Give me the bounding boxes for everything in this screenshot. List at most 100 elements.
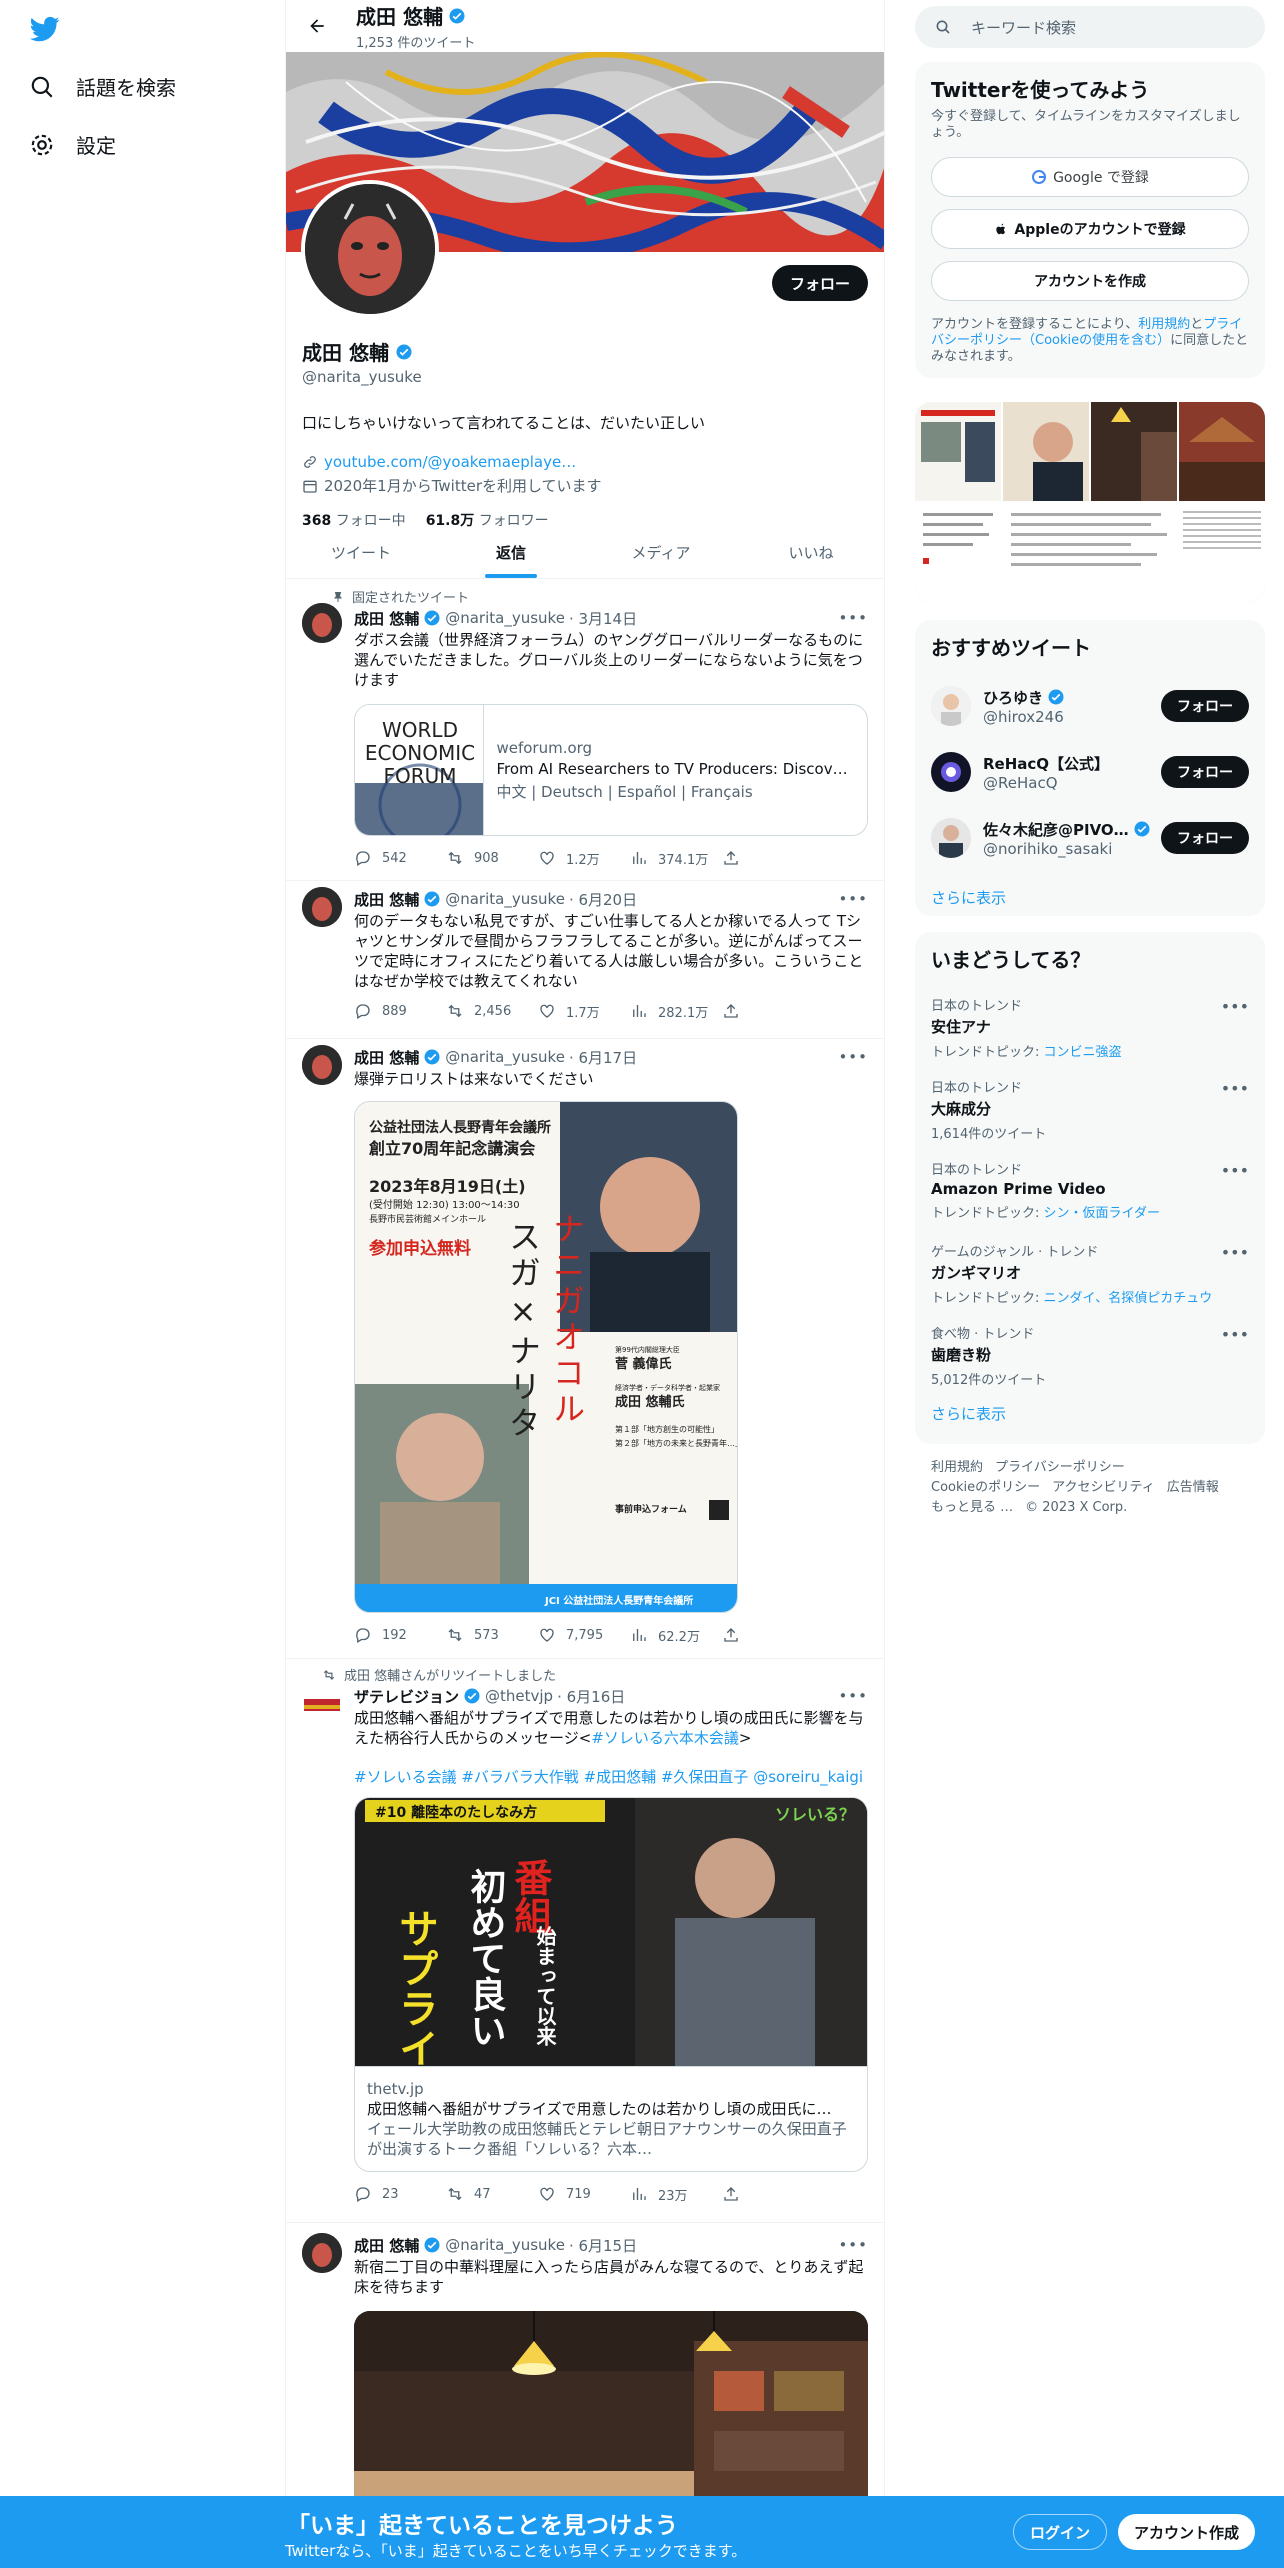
more-options-icon[interactable]: ••• [838,1048,868,1066]
avatar[interactable] [931,818,971,858]
nav-settings[interactable]: 設定 [28,130,116,159]
recommended-user[interactable]: ひろゆき @hirox246 フォロー [915,673,1265,739]
footer-link[interactable]: Cookieのポリシー [931,1480,1040,1495]
more-options-icon[interactable]: ••• [838,2236,868,2254]
trend-item[interactable]: 日本のトレンド Amazon Prime Video トレンドトピック: シン・… [915,1149,1265,1231]
tweet-author-handle[interactable]: @narita_yusuke [445,609,565,627]
nav-explore[interactable]: 話題を検索 [28,72,176,101]
media-thumb[interactable] [915,402,1001,501]
trend-item[interactable]: 日本のトレンド 大麻成分 1,614件のツイート ••• [915,1067,1265,1149]
avatar[interactable] [302,2233,342,2273]
profile-avatar[interactable] [301,180,439,318]
link-card[interactable]: WORLD ECONOMIC FORUM weforum.org From AI… [354,704,868,836]
more-options-icon[interactable]: ••• [838,890,868,908]
like-button[interactable]: 1.7万 [538,1002,630,1021]
follow-button[interactable]: フォロー [1161,756,1249,788]
tweet-author-handle[interactable]: @narita_yusuke [445,1048,565,1066]
tab-tweets[interactable]: ツイート [286,526,436,578]
more-options-icon[interactable]: ••• [1221,997,1249,1016]
like-button[interactable]: 719 [538,2185,630,2203]
more-options-icon[interactable]: ••• [1221,1325,1249,1344]
reply-button[interactable]: 889 [354,1002,446,1020]
tweet-author-handle[interactable]: @narita_yusuke [445,890,565,908]
tab-likes[interactable]: いいね [736,526,884,578]
apple-signup-button[interactable]: Appleのアカウントで登録 [931,209,1249,249]
media-thumb[interactable] [1091,402,1177,501]
retweet-button[interactable]: 2,456 [446,1002,538,1020]
more-options-icon[interactable]: ••• [1221,1079,1249,1098]
back-arrow-icon[interactable] [300,9,334,43]
tweet-author-name[interactable]: 成田 悠輔 [354,608,419,629]
views-button[interactable]: 62.2万 [630,1626,722,1645]
tweet[interactable]: 成田 悠輔さんがリツイートしました ザテレビジョン @thetvjp · 6月1… [286,1659,884,2223]
hashtags[interactable]: #ソレいる会議 #バラバラ大作戦 #成田悠輔 #久保田直子 @soreiru_k… [354,1766,870,1787]
retweet-button[interactable]: 908 [446,849,538,867]
tweet-date[interactable]: · 6月17日 [569,1047,637,1068]
recommended-user[interactable]: 佐々木紀彦@PIVO… @norihiko_sasaki フォロー [915,805,1265,871]
tweet-date[interactable]: · 6月20日 [569,889,637,910]
reply-button[interactable]: 23 [354,2185,446,2203]
reply-button[interactable]: 192 [354,1626,446,1644]
show-more-link[interactable]: さらに表示 [915,1395,1265,1440]
trend-link[interactable]: コンビニ強盗 [1044,1045,1122,1060]
media-thumb[interactable] [1179,503,1265,602]
tweet-date[interactable]: · 3月14日 [569,608,637,629]
tweet-author-handle[interactable]: @thetvjp [485,1687,553,1705]
more-options-icon[interactable]: ••• [838,609,868,627]
tweet-author-name[interactable]: ザテレビジョン [354,1686,459,1707]
trend-link[interactable]: ニンダイ、名探偵ピカチュウ [1044,1291,1213,1306]
login-button[interactable]: ログイン [1013,2514,1108,2550]
views-button[interactable]: 23万 [630,2185,722,2204]
tweet[interactable]: 成田 悠輔 @narita_yusuke · 6月17日 ••• 爆弾テロリスト… [286,1039,884,1659]
media-thumb[interactable] [1003,503,1177,602]
tab-media[interactable]: メディア [586,526,736,578]
show-more-link[interactable]: さらに表示 [915,871,1265,924]
tweet-author-name[interactable]: 成田 悠輔 [354,1047,419,1068]
media-thumb[interactable] [1179,402,1265,501]
share-button[interactable] [722,1626,814,1644]
retweet-button[interactable]: 573 [446,1626,538,1644]
share-button[interactable] [722,849,814,867]
views-button[interactable]: 282.1万 [630,1002,722,1021]
follow-button[interactable]: フォロー [1161,690,1249,722]
google-signup-button[interactable]: Google で登録 [931,157,1249,197]
tweet-author-name[interactable]: 成田 悠輔 [354,2235,419,2256]
create-account-button[interactable]: アカウントを作成 [931,261,1249,301]
like-button[interactable]: 7,795 [538,1626,630,1644]
more-options-icon[interactable]: ••• [1221,1161,1249,1180]
avatar[interactable] [302,1685,342,1725]
media-thumb[interactable] [1003,402,1089,501]
avatar[interactable] [931,752,971,792]
reply-button[interactable]: 542 [354,849,446,867]
share-button[interactable] [722,1002,814,1020]
profile-link-text[interactable]: youtube.com/@yoakemaeplaye… [324,453,576,471]
link-card[interactable]: #10 離陸本のたしなみ方 ソレいる？ 番組 始まって以来 初めて良い サプライ… [354,1797,868,2172]
tweet[interactable]: 成田 悠輔 @narita_yusuke · 6月20日 ••• 何のデータもな… [286,881,884,1039]
trend-link[interactable]: シン・仮面ライダー [1044,1206,1160,1221]
twitter-logo-icon[interactable] [28,14,62,44]
footer-link[interactable]: プライバシーポリシー [995,1460,1125,1475]
more-options-icon[interactable]: ••• [1221,1243,1249,1262]
share-button[interactable] [722,2185,814,2203]
trend-item[interactable]: 食べ物 · トレンド 歯磨き粉 5,012件のツイート ••• [915,1313,1265,1395]
tab-replies[interactable]: 返信 [436,526,586,578]
footer-link[interactable]: アクセシビリティ [1052,1480,1155,1495]
tweet-date[interactable]: · 6月16日 [557,1686,625,1707]
signup-button[interactable]: アカウント作成 [1118,2514,1256,2550]
event-poster-image[interactable]: 公益社団法人長野青年会議所 創立70周年記念講演会 2023年8月19日(土) … [354,1101,738,1613]
terms-link[interactable]: 利用規約 [1138,317,1190,332]
tweet-author-name[interactable]: 成田 悠輔 [354,889,419,910]
views-button[interactable]: 374.1万 [630,849,722,868]
search-input[interactable]: キーワード検索 [915,6,1265,48]
avatar[interactable] [302,603,342,643]
avatar[interactable] [931,686,971,726]
follow-button[interactable]: フォロー [771,265,868,301]
tweet-author-handle[interactable]: @narita_yusuke [445,2236,565,2254]
more-options-icon[interactable]: ••• [838,1687,868,1705]
footer-link[interactable]: 広告情報 [1167,1480,1219,1495]
tweet-date[interactable]: · 6月15日 [569,2235,637,2256]
trend-item[interactable]: 日本のトレンド 安住アナ トレンドトピック: コンビニ強盗 ••• [915,985,1265,1067]
tweet[interactable]: 固定されたツイート 成田 悠輔 @narita_yusuke · 3月14日 •… [286,579,884,881]
follow-button[interactable]: フォロー [1161,822,1249,854]
cookie-link[interactable]: （Cookieの使用を含む） [1022,333,1170,348]
